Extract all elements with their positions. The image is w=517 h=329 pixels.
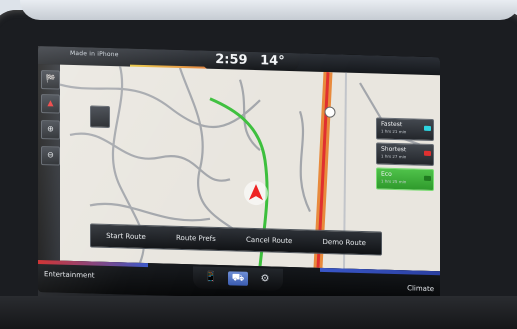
car-dashboard-photo: Made in iPhone 2:59 14° 🏁 ▲ ⊕ ⊖ Fastest …: [0, 0, 517, 329]
route-prefs-button[interactable]: Route Prefs: [172, 234, 220, 243]
phone-icon[interactable]: 📱: [201, 271, 221, 286]
outside-temperature: 14°: [260, 53, 285, 69]
route-option-shortest[interactable]: Shortest 1 hrs 27 min: [376, 142, 434, 167]
zoom-in-icon[interactable]: ⊕: [41, 120, 60, 140]
route-option-detail: 1 hrs 21 min: [381, 128, 407, 135]
map-road: [69, 132, 231, 182]
center-tabs: 📱 ⛟ ⚙: [193, 266, 283, 291]
entertainment-tab[interactable]: Entertainment: [44, 270, 95, 279]
route-color-tag: [424, 175, 431, 181]
route-option-eco[interactable]: Eco 1 hrs 25 min: [376, 167, 434, 192]
route-option-label: Shortest: [381, 145, 407, 154]
route-color-tag: [424, 125, 431, 131]
dashboard-trim: [20, 0, 517, 20]
climate-tab[interactable]: Climate: [407, 284, 434, 293]
map-mode-button[interactable]: [90, 105, 110, 129]
route-option-detail: 1 hrs 27 min: [381, 153, 407, 160]
clock-time: 2:59: [215, 51, 248, 68]
map-road: [178, 67, 251, 241]
route-color-tag: [424, 150, 431, 156]
map-controls-rail: 🏁 ▲ ⊕ ⊖: [38, 64, 60, 261]
destination-icon[interactable]: 🏁: [41, 70, 60, 90]
map-road: [298, 111, 311, 213]
cancel-route-button[interactable]: Cancel Route: [242, 236, 296, 246]
route-option-fastest[interactable]: Fastest 1 hrs 21 min: [376, 117, 434, 142]
dashboard-lower-trim: [0, 296, 517, 329]
sync-screen: Made in iPhone 2:59 14° 🏁 ▲ ⊕ ⊖ Fastest …: [38, 46, 440, 304]
start-route-button[interactable]: Start Route: [102, 232, 150, 241]
route-option-label: Fastest: [381, 120, 403, 129]
route-option-label: Eco: [381, 170, 392, 178]
demo-route-button[interactable]: Demo Route: [319, 238, 370, 247]
route-options-panel: Fastest 1 hrs 21 min Shortest 1 hrs 27 m…: [376, 117, 434, 194]
settings-icon[interactable]: ⚙: [255, 272, 275, 287]
navigation-icon[interactable]: ⛟: [228, 271, 248, 286]
route-option-detail: 1 hrs 25 min: [381, 178, 407, 185]
compass-icon[interactable]: [324, 106, 336, 118]
zoom-out-icon[interactable]: ⊖: [41, 146, 60, 166]
navigation-arrow-icon[interactable]: ▲: [41, 94, 60, 114]
map-road: [89, 202, 211, 222]
audio-source-label: Made in iPhone: [70, 49, 119, 59]
